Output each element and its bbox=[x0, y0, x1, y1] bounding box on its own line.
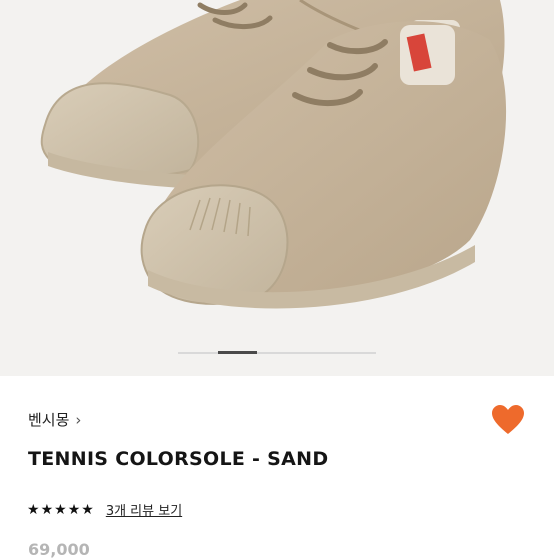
chevron-right-icon: › bbox=[75, 410, 82, 429]
product-title: TENNIS COLORSOLE - SAND bbox=[28, 448, 329, 470]
gallery-pager-active-indicator bbox=[218, 351, 257, 354]
heart-icon[interactable] bbox=[491, 404, 525, 436]
reviews-link[interactable]: 3개 리뷰 보기 bbox=[106, 500, 182, 519]
product-photo[interactable] bbox=[0, 0, 554, 376]
star-icon: ★ bbox=[81, 501, 94, 518]
star-icon: ★ bbox=[67, 501, 81, 518]
rating-stars: ★ ★ ★ ★ ★ bbox=[27, 503, 94, 517]
gallery-pager[interactable] bbox=[178, 351, 376, 354]
brand-name: 벤시몽 bbox=[28, 411, 70, 429]
rating-row: ★ ★ ★ ★ ★ 3개 리뷰 보기 bbox=[27, 500, 182, 520]
product-price: 69,000 bbox=[28, 540, 90, 559]
star-icon: ★ bbox=[27, 501, 40, 518]
star-icon: ★ bbox=[40, 501, 54, 518]
brand-link[interactable]: 벤시몽 › bbox=[28, 409, 81, 430]
star-icon: ★ bbox=[54, 501, 67, 518]
sneakers-illustration bbox=[40, 0, 507, 309]
